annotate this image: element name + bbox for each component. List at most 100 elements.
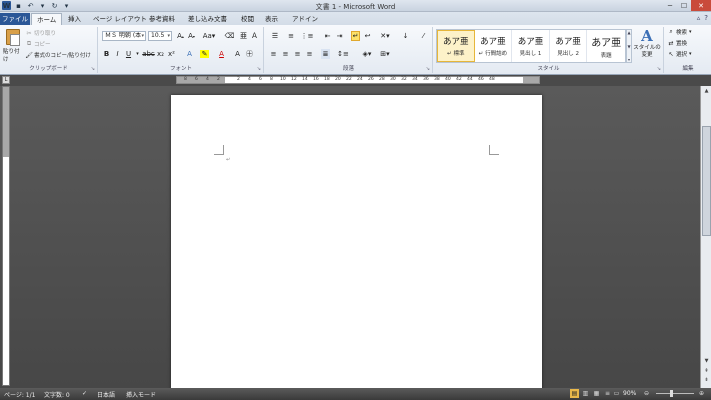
scroll-up-icon[interactable]: ▲ bbox=[702, 86, 711, 95]
zoom-in-icon[interactable]: ⊕ bbox=[697, 389, 706, 398]
underline-icon[interactable]: U bbox=[124, 49, 133, 59]
strikethrough-icon[interactable]: abc bbox=[142, 49, 155, 59]
cut-button[interactable]: ✂ 切り取り bbox=[26, 29, 56, 38]
increase-indent-icon[interactable]: ⇥ bbox=[335, 31, 344, 41]
paragraph-mark-icon[interactable]: ⁄ bbox=[419, 31, 428, 41]
distributed-icon[interactable]: ≣ bbox=[321, 49, 330, 59]
subscript-icon[interactable]: x₂ bbox=[156, 49, 165, 59]
italic-icon[interactable]: I bbox=[113, 49, 122, 59]
show-marks-icon[interactable]: ↵ bbox=[351, 31, 360, 41]
tab-references[interactable]: 参考資料 bbox=[144, 13, 180, 25]
web-layout-icon[interactable]: ▦ bbox=[592, 389, 601, 398]
horizontal-ruler[interactable]: 8 6 4 2 2 4 6 8 10 12 14 16 18 20 22 24 … bbox=[176, 76, 540, 84]
font-name-select[interactable]: ＭＳ 明朝 (本 ▾ bbox=[102, 31, 146, 41]
minimize-ribbon-icon[interactable]: ▵ bbox=[697, 14, 701, 22]
highlight-icon[interactable]: ✎ bbox=[200, 50, 209, 58]
phonetic-guide-icon[interactable]: 亜 bbox=[239, 31, 248, 41]
tab-file[interactable]: ファイル bbox=[0, 13, 30, 25]
clipboard-launcher-icon[interactable]: ↘ bbox=[91, 66, 95, 72]
text-effects-icon[interactable]: A bbox=[185, 49, 194, 59]
tab-addins[interactable]: アドイン bbox=[287, 13, 323, 25]
language[interactable]: 日本語 bbox=[97, 390, 115, 399]
shrink-font-icon[interactable]: A ▾ bbox=[187, 31, 196, 41]
paragraph-launcher-icon[interactable]: ↘ bbox=[426, 66, 430, 72]
font-launcher-icon[interactable]: ↘ bbox=[257, 66, 261, 72]
change-case-icon[interactable]: Aa▾ bbox=[203, 31, 216, 41]
style-item-heading-1[interactable]: あア亜 見出し 1 bbox=[512, 30, 550, 62]
clear-formatting-icon[interactable]: ⌫ bbox=[225, 31, 235, 41]
style-item-no-spacing[interactable]: あア亜 ↵ 行間詰め bbox=[475, 30, 513, 62]
word-count[interactable]: 文字数: 0 bbox=[44, 390, 70, 399]
superscript-icon[interactable]: x² bbox=[167, 49, 176, 59]
tab-page-layout[interactable]: ページ レイアウト bbox=[88, 13, 152, 25]
decrease-indent-icon[interactable]: ⇤ bbox=[323, 31, 332, 41]
draft-icon[interactable]: ▭ bbox=[612, 389, 621, 398]
style-item-normal[interactable]: あア亜 ↵ 標準 bbox=[437, 30, 475, 62]
asian-layout-icon[interactable]: ✕▾ bbox=[379, 31, 391, 41]
ruler-number: 18 bbox=[324, 77, 330, 82]
grow-font-icon[interactable]: A ▴ bbox=[176, 31, 185, 41]
style-item-heading-2[interactable]: あア亜 見出し 2 bbox=[550, 30, 588, 62]
enclose-characters-icon[interactable]: Ａ bbox=[250, 31, 259, 41]
font-color-icon[interactable]: A bbox=[217, 49, 226, 59]
scroll-thumb[interactable] bbox=[702, 126, 711, 236]
line-spacing-icon[interactable]: ↕≡ bbox=[337, 49, 349, 59]
proofing-icon[interactable]: ✓ bbox=[82, 390, 87, 397]
dropdown-arrow-icon: ▾ bbox=[141, 33, 144, 39]
bullets-icon[interactable]: ☰ bbox=[269, 31, 281, 41]
next-page-icon[interactable]: ⇟ bbox=[702, 375, 711, 384]
page-count[interactable]: ページ: 1/1 bbox=[4, 390, 35, 399]
line-break-icon[interactable]: ↩ bbox=[363, 31, 372, 41]
tab-review[interactable]: 校閲 bbox=[236, 13, 259, 25]
tab-mailings[interactable]: 差し込み文書 bbox=[183, 13, 232, 25]
change-styles-label: スタイルの変更 bbox=[633, 45, 661, 58]
maximize-button[interactable]: ☐ bbox=[677, 0, 691, 11]
scroll-up-icon[interactable]: ▲ bbox=[627, 30, 630, 35]
more-icon[interactable]: ▾ bbox=[628, 57, 630, 62]
crop-mark-top-right bbox=[489, 145, 499, 155]
style-item-title[interactable]: あア亜 表題 bbox=[587, 30, 625, 62]
sort-icon[interactable]: ↓ bbox=[401, 31, 410, 41]
align-center-icon[interactable]: ≡ bbox=[281, 49, 290, 59]
tab-view[interactable]: 表示 bbox=[260, 13, 283, 25]
justify-icon[interactable]: ≡ bbox=[305, 49, 314, 59]
zoom-out-icon[interactable]: ⊖ bbox=[642, 389, 651, 398]
document-page[interactable]: ↵ bbox=[171, 95, 542, 395]
font-size-select[interactable]: 10.5 ▾ bbox=[148, 31, 172, 41]
shading-icon[interactable]: ◈▾ bbox=[361, 49, 373, 59]
minimize-button[interactable]: ─ bbox=[663, 0, 677, 11]
styles-launcher-icon[interactable]: ↘ bbox=[657, 66, 661, 72]
scroll-down-icon[interactable]: ▼ bbox=[702, 356, 711, 365]
vertical-ruler[interactable] bbox=[2, 86, 10, 386]
help-icon[interactable]: ? bbox=[704, 14, 708, 22]
multilevel-list-icon[interactable]: ⋮≡ bbox=[301, 31, 314, 41]
change-styles-button[interactable]: A スタイルの変更 bbox=[633, 28, 661, 64]
bold-icon[interactable]: B bbox=[102, 49, 111, 59]
tab-selector-icon[interactable]: L bbox=[2, 76, 10, 84]
enclosed-char-icon[interactable]: ㊉ bbox=[245, 49, 254, 59]
styles-gallery-scroll[interactable]: ▲ ▼ ▾ bbox=[626, 29, 632, 63]
copy-button[interactable]: ⧉ コピー bbox=[26, 40, 51, 48]
zoom-level[interactable]: 90% bbox=[623, 390, 636, 397]
ribbon-tabs: ファイル ホーム 挿入 ページ レイアウト 参考資料 差し込み文書 校閲 表示 … bbox=[0, 12, 711, 25]
outline-icon[interactable]: ≡ bbox=[603, 389, 612, 398]
borders-icon[interactable]: ⊞▾ bbox=[379, 49, 391, 59]
scroll-down-icon[interactable]: ▼ bbox=[627, 44, 630, 49]
align-right-icon[interactable]: ≡ bbox=[293, 49, 302, 59]
zoom-slider[interactable] bbox=[656, 393, 694, 394]
tab-insert[interactable]: 挿入 bbox=[63, 13, 86, 25]
character-shading-icon[interactable]: A bbox=[233, 49, 242, 59]
align-left-icon[interactable]: ≡ bbox=[269, 49, 278, 59]
zoom-slider-thumb[interactable] bbox=[670, 390, 673, 397]
vertical-scrollbar[interactable]: ▲ ▼ ⇞ ⇟ bbox=[700, 86, 711, 388]
insert-mode[interactable]: 挿入モード bbox=[126, 390, 156, 399]
close-button[interactable]: ✕ bbox=[691, 0, 711, 11]
print-layout-icon[interactable]: ▤ bbox=[570, 389, 579, 398]
full-screen-reading-icon[interactable]: ▥ bbox=[581, 389, 590, 398]
tab-home[interactable]: ホーム bbox=[31, 13, 63, 25]
format-painter-button[interactable]: 🖌 書式のコピー/貼り付け bbox=[25, 51, 91, 60]
previous-page-icon[interactable]: ⇞ bbox=[702, 366, 711, 375]
numbering-icon[interactable]: ≡ bbox=[285, 31, 297, 41]
underline-dropdown-icon[interactable]: ▾ bbox=[133, 49, 142, 59]
paste-button[interactable]: 貼り付け bbox=[3, 29, 23, 63]
